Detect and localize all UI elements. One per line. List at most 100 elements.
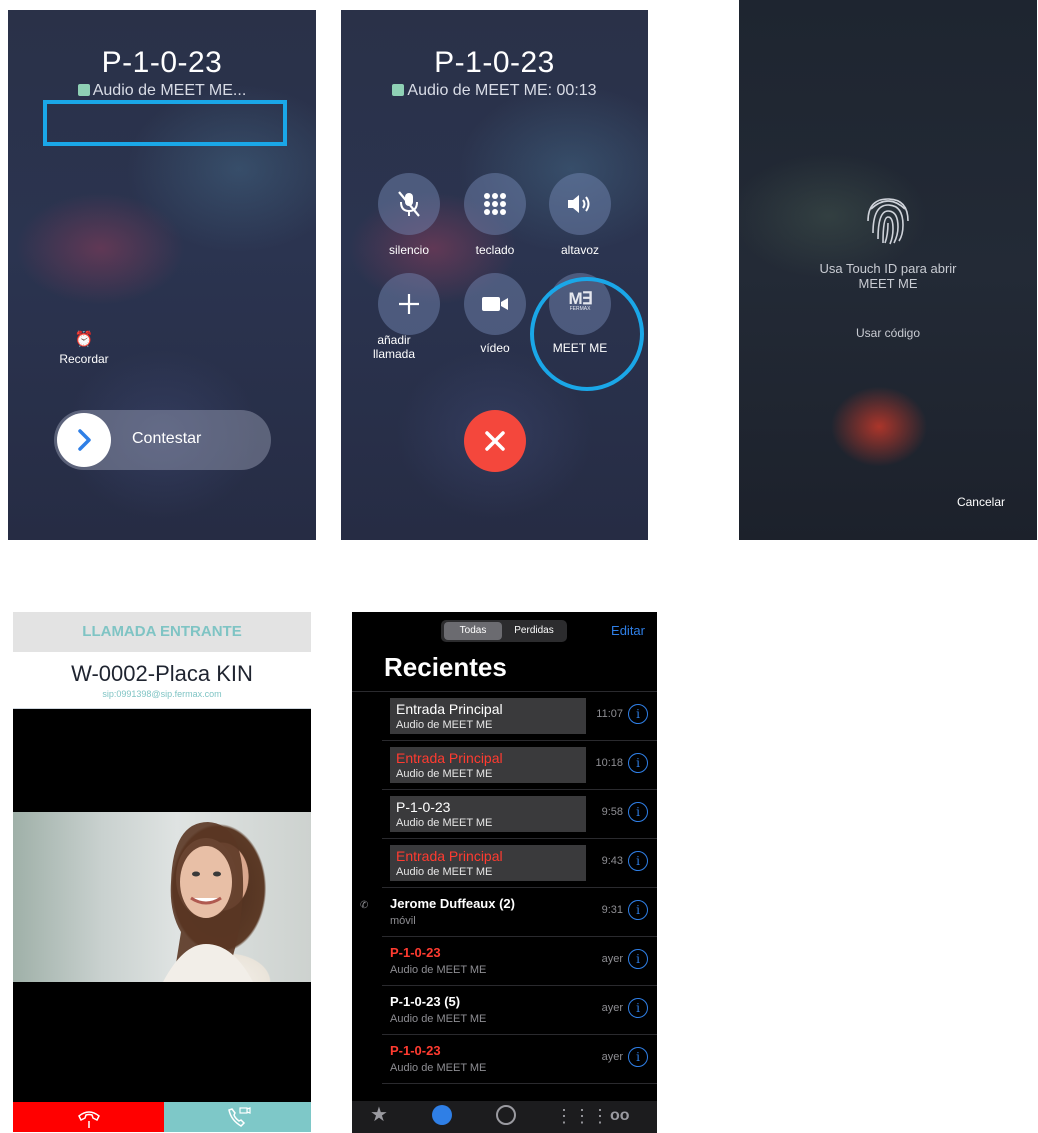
table-row[interactable]: Entrada Principal Audio de MEET ME 11:07 i: [382, 692, 657, 741]
recents-list: Entrada Principal Audio de MEET ME 11:07 i E…: [352, 691, 657, 1102]
info-icon[interactable]: i: [628, 1047, 648, 1067]
contact-name: P-1-0-23: [390, 1043, 441, 1058]
call-type: Audio de MEET ME: [390, 964, 487, 976]
use-code-button[interactable]: Usar código: [739, 326, 1037, 340]
app-icon: [77, 84, 90, 96]
call-type: Audio de MEET ME: [396, 866, 493, 878]
info-icon[interactable]: i: [628, 949, 648, 969]
table-row[interactable]: P-1-0-23 Audio de MEET ME 9:58 i: [382, 790, 657, 839]
call-time: ayer: [601, 1051, 623, 1063]
in-call-screen: P-1-0-23 Audio de MEET ME: 00:13 silenci…: [341, 10, 648, 540]
info-icon[interactable]: i: [628, 704, 648, 724]
table-row[interactable]: P-1-0-23 (5) Audio de MEET ME ayer i: [382, 986, 657, 1035]
cancel-button[interactable]: Cancelar: [957, 495, 1005, 509]
star-icon[interactable]: ★: [370, 1102, 388, 1127]
speaker-label: altavoz: [560, 243, 600, 257]
highlight-circle: [530, 277, 644, 391]
reject-button[interactable]: [13, 1102, 164, 1132]
call-time: 11:07: [596, 708, 623, 720]
speaker-button[interactable]: [549, 173, 611, 235]
keypad-label: teclado: [475, 243, 515, 257]
table-row[interactable]: Jerome Duffeaux (2) móvil 9:31 i ✆: [360, 888, 657, 937]
call-time: 9:31: [601, 904, 623, 916]
contacts-icon[interactable]: [496, 1105, 516, 1125]
edit-button[interactable]: Editar: [611, 623, 645, 638]
add-call-label: añadir llamada: [372, 333, 416, 361]
call-subtitle: Audio de MEET ME...: [8, 82, 316, 100]
slider-knob[interactable]: [57, 413, 111, 467]
phone-icon: ✆: [360, 900, 369, 911]
mute-label: silencio: [388, 243, 430, 257]
call-type: Audio de MEET ME: [390, 1062, 487, 1074]
highlight-label-box: Entrada Principal Audio de MEET ME: [390, 698, 586, 734]
call-time: 10:18: [595, 757, 623, 769]
highlight-label-box: Entrada Principal Audio de MEET ME: [390, 747, 586, 783]
call-type: móvil: [390, 915, 416, 927]
caller-title: P-1-0-23: [101, 46, 223, 79]
incoming-call-screen: P-1-0-23 Audio de MEET ME... ⏰ Recordar …: [8, 10, 316, 540]
sip-address: sip:0991398@sip.fermax.com: [102, 689, 222, 699]
table-row[interactable]: P-1-0-23 Audio de MEET ME ayer i: [382, 1035, 657, 1084]
keypad-icon[interactable]: ⋮⋮⋮: [555, 1106, 609, 1127]
video-camera-icon: [482, 297, 508, 311]
accept-button[interactable]: [164, 1102, 311, 1132]
fermax-incoming-call-screen: LLAMADA ENTRANTE W-0002-Placa KIN sip:09…: [13, 612, 311, 1132]
highlight-label-box: P-1-0-23 Audio de MEET ME: [390, 796, 586, 832]
call-type: Audio de MEET ME: [390, 1013, 487, 1025]
info-icon[interactable]: i: [628, 753, 648, 773]
contact-name: Jerome Duffeaux (2): [390, 896, 515, 911]
speaker-icon: [568, 195, 590, 213]
table-row[interactable]: Entrada Principal Audio de MEET ME 9:43 i: [382, 839, 657, 888]
info-icon[interactable]: i: [628, 851, 648, 871]
contact-name: P-1-0-23: [390, 945, 441, 960]
table-row[interactable]: Entrada Principal Audio de MEET ME 10:18 i: [382, 741, 657, 790]
recents-screen: Todas Perdidas Editar Recientes Entrada …: [352, 612, 657, 1133]
alarm-clock-icon: ⏰: [74, 331, 94, 348]
call-time: 9:43: [601, 855, 623, 867]
info-icon[interactable]: i: [628, 802, 648, 822]
voicemail-icon[interactable]: oo: [610, 1107, 630, 1125]
contact-name: Entrada Principal: [396, 701, 503, 717]
answer-slider[interactable]: Contestar: [54, 410, 271, 470]
info-icon[interactable]: i: [628, 998, 648, 1018]
segment-missed[interactable]: Perdidas: [504, 622, 564, 640]
highlight-label-box: Entrada Principal Audio de MEET ME: [390, 845, 586, 881]
contact-name: Entrada Principal: [396, 848, 503, 864]
contact-name: Entrada Principal: [396, 750, 503, 766]
video-button[interactable]: [464, 273, 526, 335]
mute-button[interactable]: [378, 173, 440, 235]
header-label: LLAMADA ENTRANTE: [82, 623, 242, 640]
end-call-button[interactable]: [464, 410, 526, 472]
remind-button[interactable]: ⏰ Recordar: [54, 331, 114, 367]
info-icon[interactable]: i: [628, 900, 648, 920]
chevron-right-icon: [78, 429, 91, 451]
call-time: ayer: [601, 1002, 623, 1014]
clock-icon[interactable]: [432, 1105, 452, 1125]
keypad-icon: [484, 193, 506, 215]
caller-name: W-0002-Placa KIN: [71, 661, 253, 686]
page-title: Recientes: [384, 652, 507, 682]
table-row[interactable]: P-1-0-23 Audio de MEET ME ayer i: [382, 937, 657, 986]
caller-info: W-0002-Placa KIN sip:0991398@sip.fermax.…: [13, 652, 311, 709]
call-timer: Audio de MEET ME: 00:13: [341, 82, 648, 100]
segment-all[interactable]: Todas: [444, 622, 502, 640]
call-type: Audio de MEET ME: [396, 817, 493, 829]
contact-name: P-1-0-23 (5): [390, 994, 461, 1009]
call-type: Audio de MEET ME: [396, 768, 493, 780]
touch-id-text: Usa Touch ID para abrir MEET ME: [819, 261, 957, 291]
add-call-button[interactable]: [378, 273, 440, 335]
video-label: vídeo: [480, 341, 510, 355]
touch-id-screen: Usa Touch ID para abrir MEET ME Usar cód…: [739, 0, 1037, 540]
segmented-control: Todas Perdidas: [441, 620, 567, 642]
video-call-icon: [227, 1107, 251, 1127]
answer-label: Contestar: [132, 430, 202, 447]
fingerprint-icon: [867, 198, 909, 245]
app-icon: [392, 84, 405, 96]
close-icon: [485, 431, 505, 451]
plus-icon: [399, 294, 419, 314]
tab-bar: ★ ⋮⋮⋮ oo: [352, 1101, 657, 1133]
caller-title: P-1-0-23: [434, 46, 555, 79]
keypad-button[interactable]: [464, 173, 526, 235]
incoming-call-header: LLAMADA ENTRANTE: [13, 612, 311, 652]
call-type: Audio de MEET ME: [396, 719, 493, 731]
